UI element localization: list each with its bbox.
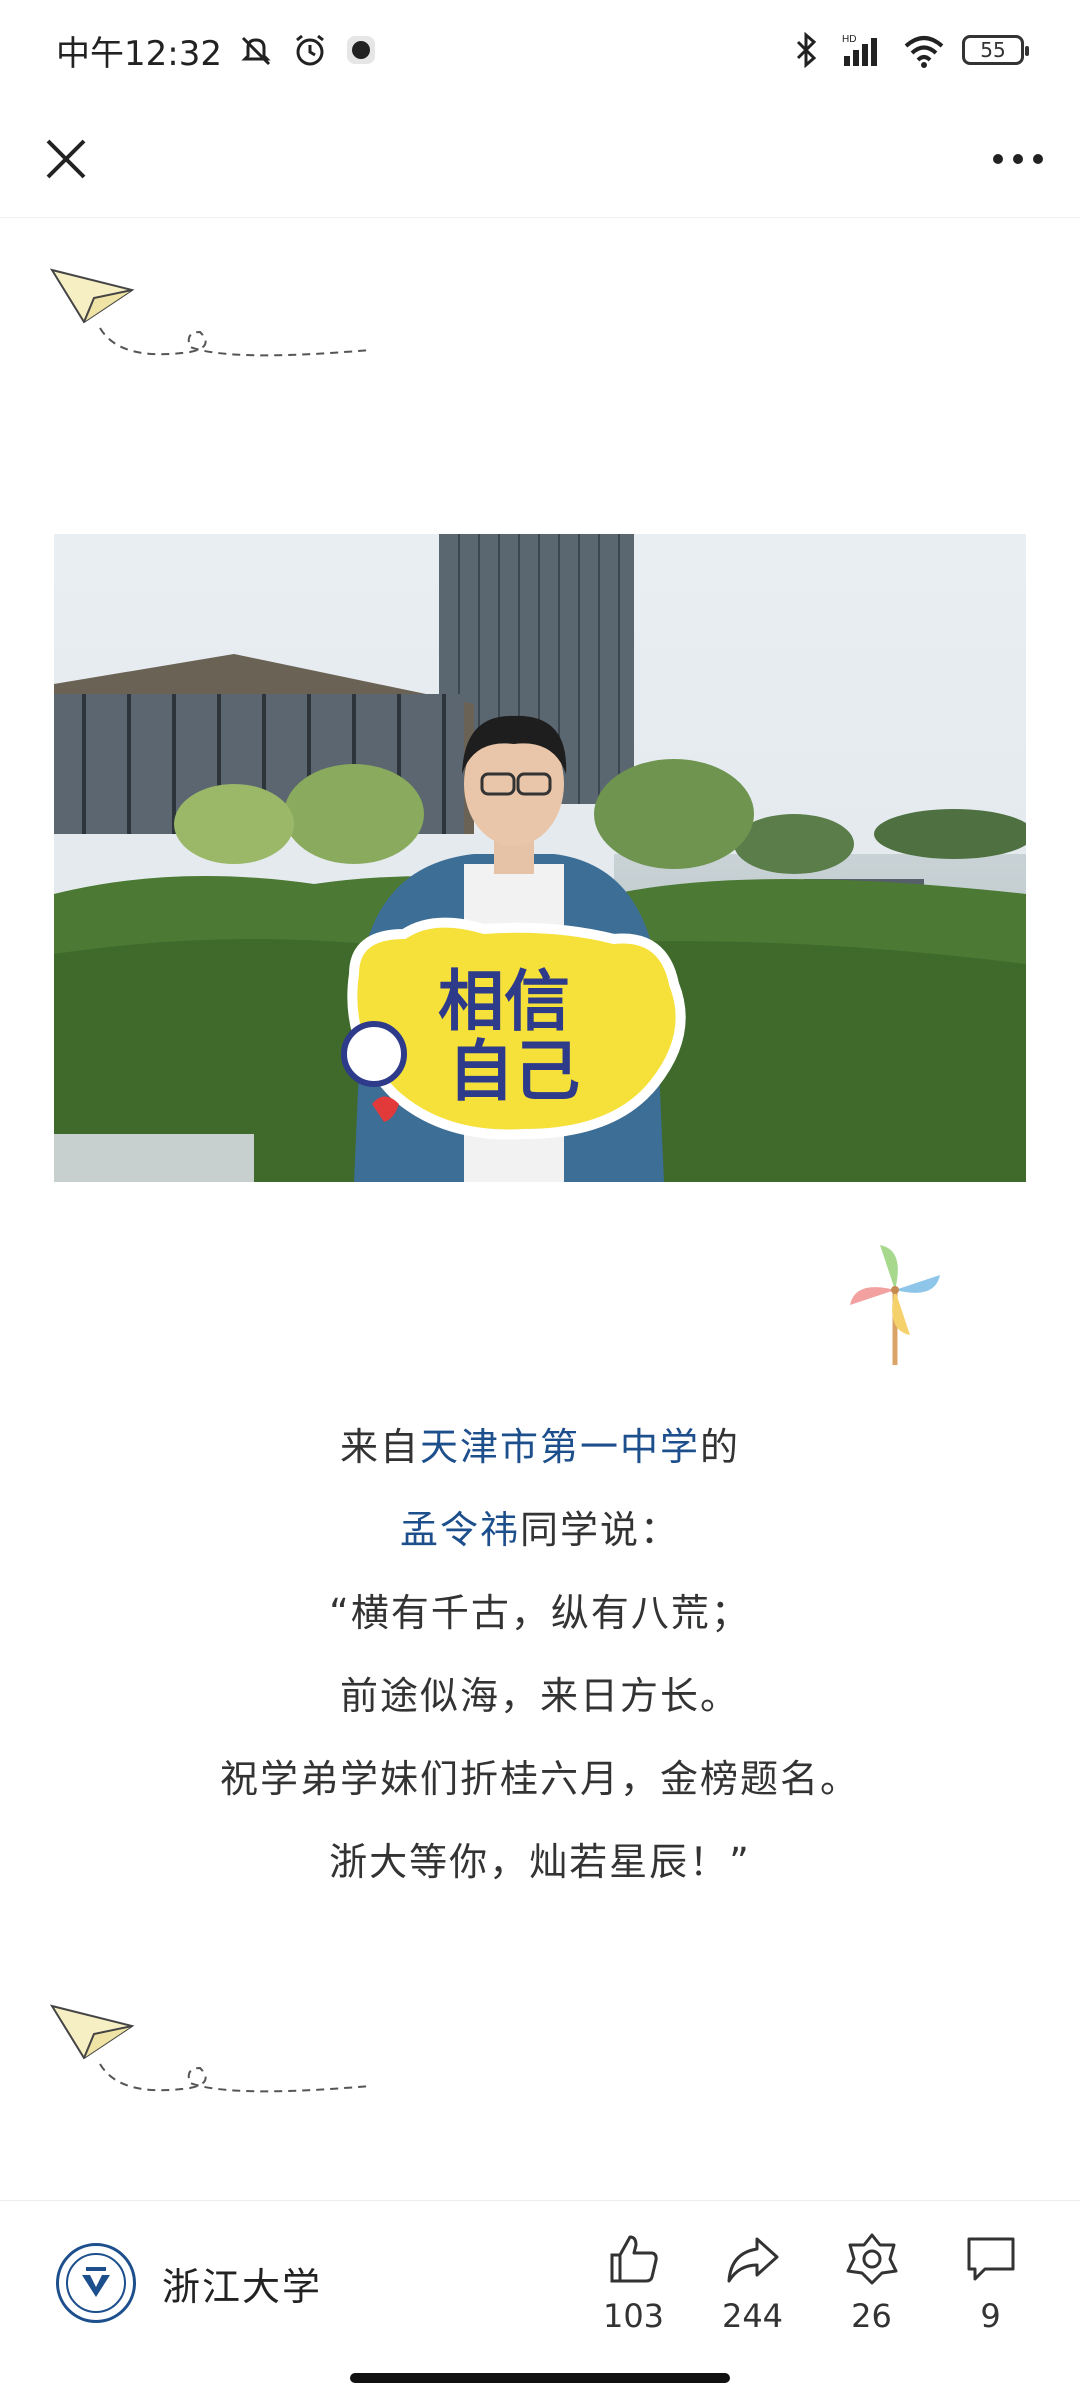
mute-icon [241,36,271,66]
favorite-button[interactable]: 26 [812,2231,931,2335]
paper-plane-icon [50,2004,371,2093]
student-photo: 相信 自己 [54,534,1026,1182]
more-icon [993,153,1043,164]
account-name[interactable]: 浙江大学 [162,2256,322,2311]
sign-text-line2: 自己 [448,1033,580,1110]
quote-block: 来自天津市第一中学的 孟令祎同学说： “横有千古，纵有八荒； 前途似海，来日方长… [0,1406,1080,1904]
alarm-icon [296,34,324,66]
share-count: 244 [721,2297,784,2335]
top-nav [0,100,1080,218]
status-bar: 中午12:32 HD 55 [0,0,1080,100]
quote-line-2: 孟令祎同学说： [399,1508,681,1552]
university-logo-icon [66,2253,126,2313]
favorite-icon [846,2233,897,2285]
student-name: 孟令祎 [399,1508,520,1552]
share-button[interactable]: 244 [693,2231,812,2335]
pinwheel-icon [850,1245,940,1365]
quote-line-4: 前途似海，来日方长。 [339,1674,740,1718]
quote-line-6: 浙大等你，灿若星辰！” [329,1840,751,1884]
close-icon [46,139,86,178]
close-button[interactable] [34,127,98,191]
action-group: 103 244 26 9 [574,2231,1050,2335]
wifi-icon [904,36,944,68]
favorite-count: 26 [851,2297,892,2335]
comment-icon [967,2237,1014,2281]
share-icon [727,2237,778,2283]
bottom-action-bar: 浙江大学 103 244 26 9 [0,2200,1080,2400]
sign-text-line1: 相信 [438,963,570,1040]
bluetooth-icon [796,31,817,69]
like-icon [610,2235,658,2283]
quote-line-5: 祝学弟学妹们折桂六月，金榜题名。 [219,1757,860,1801]
more-button[interactable] [986,127,1050,191]
svg-text:HD: HD [842,34,856,45]
notification-dot-icon [346,36,375,64]
home-indicator[interactable] [350,2373,730,2383]
comment-button[interactable]: 9 [931,2231,1050,2335]
like-count: 103 [602,2297,665,2335]
battery-indicator: 55 [962,35,1029,65]
signal-icon: HD [842,34,877,66]
paper-plane-icon [50,268,371,357]
quote-line-1: 来自天津市第一中学的 [339,1425,741,1469]
quote-line-3: “横有千古，纵有八荒； [329,1591,751,1635]
school-name: 天津市第一中学 [419,1425,700,1469]
like-button[interactable]: 103 [574,2231,693,2335]
status-time: 中午12:32 [56,33,222,74]
comment-count: 9 [980,2297,1001,2335]
account-avatar[interactable] [56,2243,136,2323]
